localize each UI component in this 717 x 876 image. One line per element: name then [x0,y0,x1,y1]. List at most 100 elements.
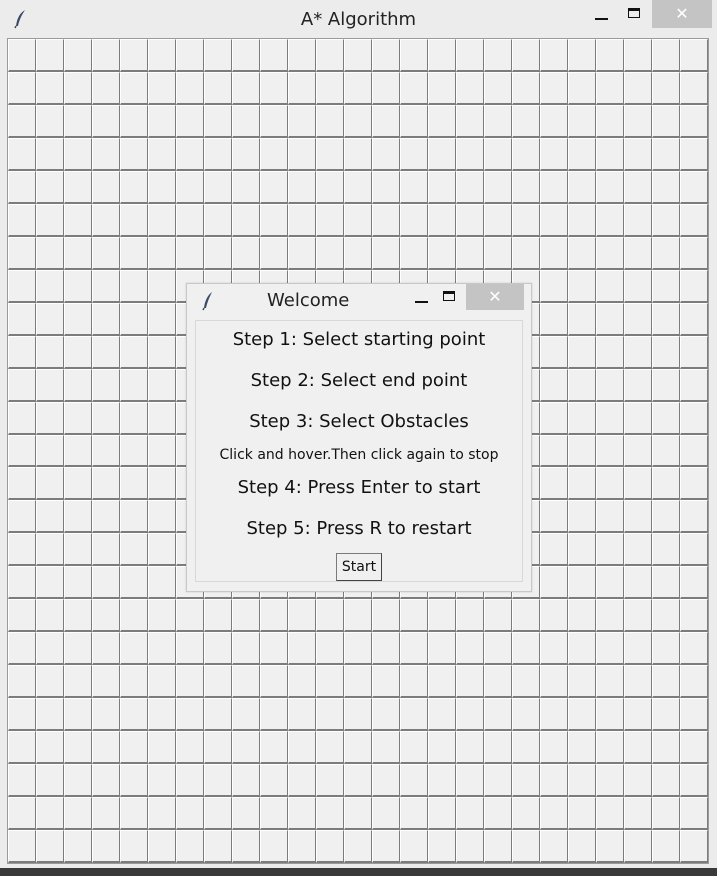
grid-cell[interactable] [64,632,92,666]
grid-cell[interactable] [680,500,708,534]
start-button[interactable]: Start [336,553,382,581]
grid-cell[interactable] [372,236,400,270]
grid-cell[interactable] [176,599,204,633]
grid-cell[interactable] [596,137,624,171]
grid-cell[interactable] [596,665,624,699]
grid-cell[interactable] [36,533,64,567]
close-button[interactable]: ✕ [652,0,712,28]
grid-cell[interactable] [36,599,64,633]
grid-cell[interactable] [92,104,120,138]
grid-cell[interactable] [680,236,708,270]
grid-cell[interactable] [428,764,456,798]
grid-cell[interactable] [372,698,400,732]
grid-cell[interactable] [64,104,92,138]
grid-cell[interactable] [36,830,64,863]
grid-cell[interactable] [624,368,652,402]
grid-cell[interactable] [512,764,540,798]
grid-cell[interactable] [316,71,344,105]
grid-cell[interactable] [120,731,148,765]
grid-cell[interactable] [456,104,484,138]
grid-cell[interactable] [540,269,568,303]
grid-cell[interactable] [316,764,344,798]
grid-cell[interactable] [204,236,232,270]
grid-cell[interactable] [624,467,652,501]
grid-cell[interactable] [64,236,92,270]
grid-cell[interactable] [8,830,36,863]
grid-cell[interactable] [484,39,512,72]
grid-cell[interactable] [624,401,652,435]
grid-cell[interactable] [624,566,652,600]
grid-cell[interactable] [652,137,680,171]
grid-cell[interactable] [204,698,232,732]
grid-cell[interactable] [204,632,232,666]
grid-cell[interactable] [204,71,232,105]
grid-cell[interactable] [624,302,652,336]
grid-cell[interactable] [680,203,708,237]
grid-cell[interactable] [64,434,92,468]
grid-cell[interactable] [64,302,92,336]
grid-cell[interactable] [148,203,176,237]
grid-cell[interactable] [232,632,260,666]
grid-cell[interactable] [36,434,64,468]
grid-cell[interactable] [400,632,428,666]
grid-cell[interactable] [8,401,36,435]
grid-cell[interactable] [680,599,708,633]
grid-cell[interactable] [568,797,596,831]
grid-cell[interactable] [36,632,64,666]
grid-cell[interactable] [484,698,512,732]
grid-cell[interactable] [8,236,36,270]
grid-cell[interactable] [540,632,568,666]
grid-cell[interactable] [512,830,540,863]
grid-cell[interactable] [64,467,92,501]
grid-cell[interactable] [120,236,148,270]
grid-cell[interactable] [288,236,316,270]
grid-cell[interactable] [148,39,176,72]
grid-cell[interactable] [316,104,344,138]
grid-cell[interactable] [120,467,148,501]
grid-cell[interactable] [260,731,288,765]
grid-cell[interactable] [512,698,540,732]
grid-cell[interactable] [36,500,64,534]
grid-cell[interactable] [652,830,680,863]
grid-cell[interactable] [92,632,120,666]
grid-cell[interactable] [92,731,120,765]
grid-cell[interactable] [400,665,428,699]
grid-cell[interactable] [428,170,456,204]
grid-cell[interactable] [120,830,148,863]
grid-cell[interactable] [148,71,176,105]
grid-cell[interactable] [36,302,64,336]
grid-cell[interactable] [428,632,456,666]
grid-cell[interactable] [260,104,288,138]
grid-cell[interactable] [176,665,204,699]
grid-cell[interactable] [680,797,708,831]
grid-cell[interactable] [148,797,176,831]
grid-cell[interactable] [148,236,176,270]
grid-cell[interactable] [484,137,512,171]
grid-cell[interactable] [512,665,540,699]
grid-cell[interactable] [568,632,596,666]
grid-cell[interactable] [120,335,148,369]
grid-cell[interactable] [680,368,708,402]
grid-cell[interactable] [624,203,652,237]
grid-cell[interactable] [120,599,148,633]
grid-cell[interactable] [92,137,120,171]
grid-cell[interactable] [400,203,428,237]
grid-cell[interactable] [568,170,596,204]
grid-cell[interactable] [484,599,512,633]
grid-cell[interactable] [288,39,316,72]
grid-cell[interactable] [8,170,36,204]
grid-cell[interactable] [120,566,148,600]
grid-cell[interactable] [176,236,204,270]
grid-cell[interactable] [456,599,484,633]
grid-cell[interactable] [288,71,316,105]
grid-cell[interactable] [92,170,120,204]
grid-cell[interactable] [8,104,36,138]
grid-cell[interactable] [36,368,64,402]
grid-cell[interactable] [512,236,540,270]
grid-cell[interactable] [120,302,148,336]
grid-cell[interactable] [148,830,176,863]
grid-cell[interactable] [540,302,568,336]
grid-cell[interactable] [456,764,484,798]
grid-cell[interactable] [232,71,260,105]
grid-cell[interactable] [8,39,36,72]
